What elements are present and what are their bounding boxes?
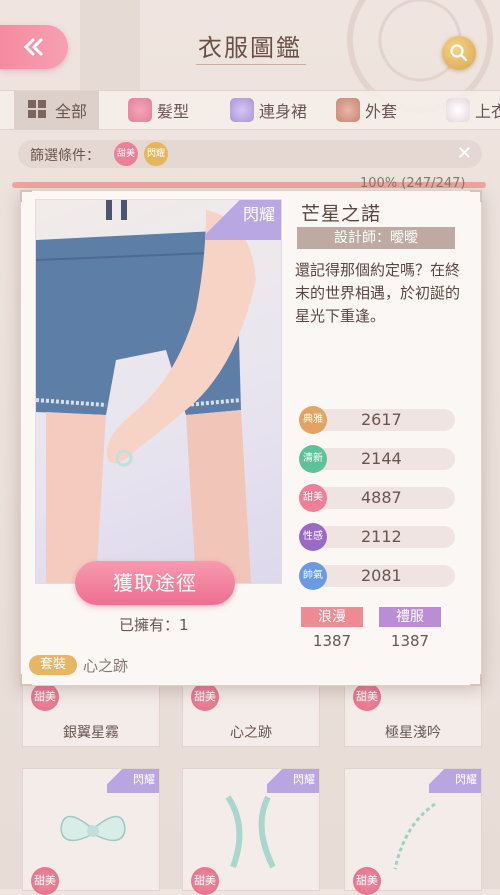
tab-coat[interactable]: 外套 xyxy=(336,91,397,129)
tab-all[interactable]: 全部 xyxy=(14,91,100,129)
set-name[interactable]: 心之跡 xyxy=(83,655,128,676)
style-badge: 甜美 xyxy=(31,867,59,895)
stat-row-cool: 帥氣 2081 xyxy=(299,562,455,590)
rarity-corner: 閃耀 xyxy=(107,769,159,793)
stat-value: 2144 xyxy=(361,449,402,468)
sexy-icon: 性感 xyxy=(299,523,327,551)
tag-formal: 禮服 xyxy=(379,607,441,627)
tag-value: 1387 xyxy=(390,632,430,650)
stat-value: 2617 xyxy=(361,410,402,429)
item-name: 芒星之諾 xyxy=(301,203,382,225)
cool-icon: 帥氣 xyxy=(299,562,327,590)
item-tile-name: 極星淺吟 xyxy=(385,725,441,741)
tab-hair[interactable]: 髮型 xyxy=(128,91,189,129)
item-tile[interactable]: 閃耀 甜美 xyxy=(344,768,482,895)
category-tabs: 全部 髮型 連身裙 外套 上衣 xyxy=(0,90,500,130)
style-badge: 甜美 xyxy=(191,683,219,711)
card-corner-ornament xyxy=(20,190,32,202)
tag-value: 1387 xyxy=(312,632,352,650)
filter-bar[interactable]: 篩選條件： 甜美 閃耀 ✕ xyxy=(18,140,482,168)
style-badge: 甜美 xyxy=(353,867,381,895)
elegant-icon: 典雅 xyxy=(299,406,327,434)
sweet-icon: 甜美 xyxy=(299,484,327,512)
tab-label: 外套 xyxy=(365,102,398,121)
style-badge: 甜美 xyxy=(191,867,219,895)
page-title: 衣服圖鑑 xyxy=(198,34,302,62)
item-preview-image: 閃耀 xyxy=(35,199,282,584)
card-corner-ornament xyxy=(20,674,32,686)
tab-label: 全部 xyxy=(55,102,88,121)
ribbon-accessory-image xyxy=(225,795,276,869)
card-corner-ornament xyxy=(470,190,482,202)
hair-icon xyxy=(128,98,152,122)
search-icon xyxy=(450,44,468,62)
item-tile-name: 銀翼星霧 xyxy=(63,725,119,741)
owned-count: 已擁有：1 xyxy=(119,616,189,634)
search-button[interactable] xyxy=(442,36,476,70)
stat-row-elegant: 典雅 2617 xyxy=(299,406,455,434)
acquire-method-button[interactable]: 獲取途徑 xyxy=(75,561,235,605)
set-tag: 套裝 xyxy=(29,655,77,675)
item-description: 還記得那個約定嗎？在終末的世界相遇，於初誕的星光下重逢。 xyxy=(295,261,461,325)
item-tile-name: 心之跡 xyxy=(230,725,272,741)
item-tile[interactable]: 閃耀 甜美 xyxy=(22,768,160,895)
chain-accessory-image xyxy=(393,802,436,870)
top-icon xyxy=(446,98,470,122)
grid-icon xyxy=(26,98,50,122)
style-badge: 甜美 xyxy=(31,683,59,711)
card-corner-ornament xyxy=(470,674,482,686)
stat-row-sexy: 性感 2112 xyxy=(299,523,455,551)
filter-label: 篩選條件： xyxy=(30,148,100,164)
tab-top[interactable]: 上衣 xyxy=(446,91,500,129)
item-illustration xyxy=(36,200,256,583)
stat-value: 4887 xyxy=(361,488,402,507)
rarity-corner: 閃耀 xyxy=(429,769,481,793)
title-divider xyxy=(196,64,306,65)
progress-text: 100% (247/247) xyxy=(360,176,466,191)
stat-row-sweet: 甜美 4887 xyxy=(299,484,455,512)
item-detail-card: 閃耀 獲取途徑 已擁有：1 芒星之諾 設計師：曖曖 還記得那個約定嗎？在終末的世… xyxy=(20,190,482,686)
stat-value: 2112 xyxy=(361,527,402,546)
tag-romantic: 浪漫 xyxy=(301,607,363,627)
tab-label: 上衣 xyxy=(475,102,500,121)
tab-label: 連身裙 xyxy=(259,102,308,121)
stat-row-fresh: 清新 2144 xyxy=(299,445,455,473)
rarity-corner: 閃耀 xyxy=(205,200,281,240)
clear-filter-icon[interactable]: ✕ xyxy=(457,143,472,164)
bow-accessory-image xyxy=(60,815,126,842)
designer-label: 設計師：曖曖 xyxy=(297,227,455,249)
tab-label: 髮型 xyxy=(157,102,190,121)
filter-tag-shine: 閃耀 xyxy=(144,142,168,166)
stat-value: 2081 xyxy=(361,566,402,585)
style-badge: 甜美 xyxy=(353,683,381,711)
item-tile[interactable]: 閃耀 甜美 xyxy=(182,768,320,895)
fresh-icon: 清新 xyxy=(299,445,327,473)
filter-tag-sweet: 甜美 xyxy=(114,142,138,166)
coat-icon xyxy=(336,98,360,122)
tab-dress[interactable]: 連身裙 xyxy=(230,91,307,129)
dress-icon xyxy=(230,98,254,122)
